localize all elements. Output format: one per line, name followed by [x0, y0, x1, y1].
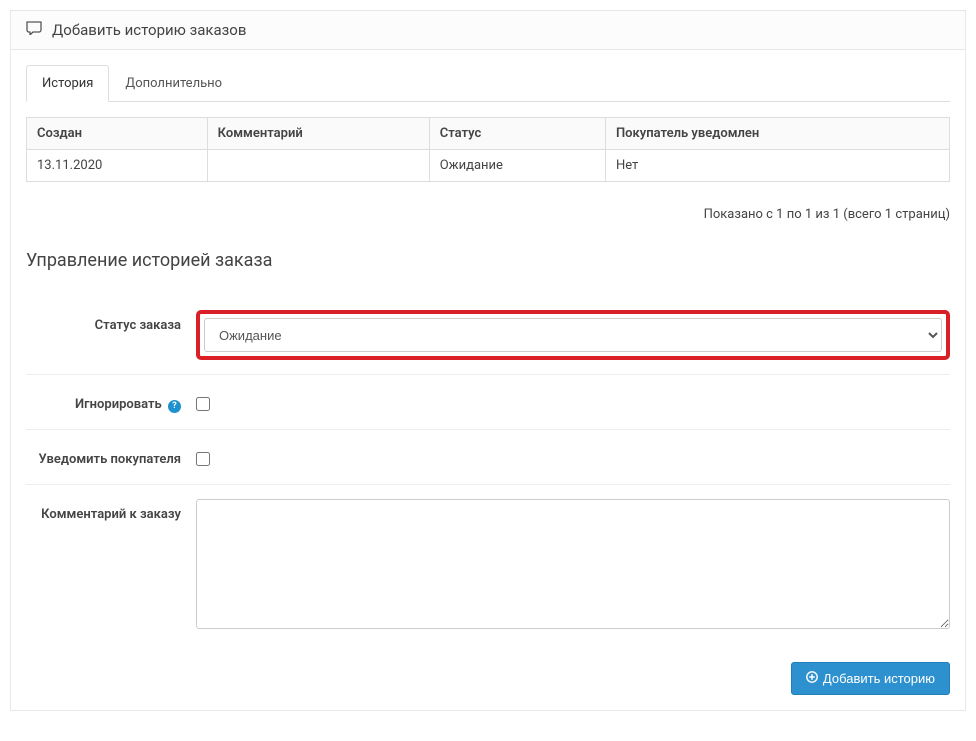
comment-textarea[interactable]	[196, 499, 950, 629]
status-select[interactable]: Ожидание	[204, 318, 942, 352]
panel-body: История Дополнительно Создан Комментарий…	[11, 50, 965, 710]
col-notified: Покупатель уведомлен	[605, 118, 949, 150]
plus-icon	[806, 671, 818, 686]
table-header-row: Создан Комментарий Статус Покупатель уве…	[27, 118, 950, 150]
tab-history[interactable]: История	[26, 65, 109, 102]
section-title: Управление историей заказа	[26, 250, 950, 271]
comment-icon	[26, 21, 42, 39]
form-group-ignore: Игнорировать ?	[26, 375, 950, 430]
order-history-panel: Добавить историю заказов История Дополни…	[10, 10, 966, 711]
ignore-label: Игнорировать ?	[26, 389, 196, 415]
panel-title: Добавить историю заказов	[52, 21, 246, 39]
cell-comment	[207, 150, 429, 182]
ignore-checkbox[interactable]	[196, 397, 210, 411]
panel-heading: Добавить историю заказов	[11, 11, 965, 50]
form-group-comment: Комментарий к заказу	[26, 485, 950, 647]
history-table: Создан Комментарий Статус Покупатель уве…	[26, 117, 950, 182]
col-status: Статус	[429, 118, 605, 150]
add-history-label: Добавить историю	[823, 671, 935, 686]
form-group-status: Статус заказа Ожидание	[26, 296, 950, 375]
status-highlight: Ожидание	[196, 310, 950, 360]
tabs: История Дополнительно	[26, 65, 950, 102]
button-row: Добавить историю	[26, 647, 950, 695]
pagination-info: Показано с 1 по 1 из 1 (всего 1 страниц)	[26, 202, 950, 232]
status-label: Статус заказа	[26, 310, 196, 336]
notify-label: Уведомить покупателя	[26, 444, 196, 470]
comment-label: Комментарий к заказу	[26, 499, 196, 525]
cell-notified: Нет	[605, 150, 949, 182]
tab-content: Создан Комментарий Статус Покупатель уве…	[26, 102, 950, 695]
form-group-notify: Уведомить покупателя	[26, 430, 950, 485]
help-icon[interactable]: ?	[168, 400, 181, 413]
cell-created: 13.11.2020	[27, 150, 208, 182]
col-comment: Комментарий	[207, 118, 429, 150]
table-row: 13.11.2020 Ожидание Нет	[27, 150, 950, 182]
notify-checkbox[interactable]	[196, 452, 210, 466]
col-created: Создан	[27, 118, 208, 150]
tab-additional[interactable]: Дополнительно	[109, 65, 238, 102]
cell-status: Ожидание	[429, 150, 605, 182]
add-history-button[interactable]: Добавить историю	[791, 662, 950, 695]
